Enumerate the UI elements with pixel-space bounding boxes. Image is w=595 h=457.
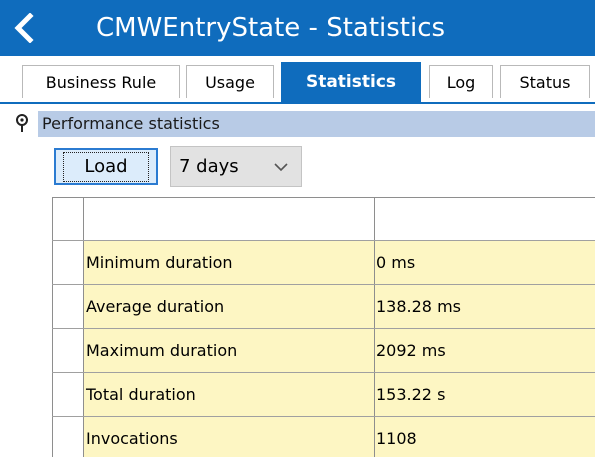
stat-value-cell: 0 ms <box>375 241 595 284</box>
stat-value-cell: 2092 ms <box>375 329 595 372</box>
stat-name-cell: Minimum duration <box>84 241 375 284</box>
tab-strip: Business Rule Usage Statistics Log Statu… <box>0 56 595 104</box>
window-title: CMWEntryState - Statistics <box>96 13 446 43</box>
tab-log[interactable]: Log <box>429 65 493 98</box>
tab-statistics[interactable]: Statistics <box>281 62 421 102</box>
row-header-cell[interactable] <box>52 285 84 328</box>
table-header-row <box>52 197 595 241</box>
stat-value-cell: 138.28 ms <box>375 285 595 328</box>
statistics-table: Minimum duration 0 ms Average duration 1… <box>52 197 595 457</box>
load-button[interactable]: Load <box>54 148 158 185</box>
chevron-down-icon <box>274 163 288 172</box>
tab-status[interactable]: Status <box>500 65 590 98</box>
section-title-bar: Performance statistics <box>38 111 595 137</box>
stat-name-cell: Invocations <box>84 417 375 457</box>
stat-name-cell: Total duration <box>84 373 375 416</box>
stat-value-cell: 153.22 s <box>375 373 595 416</box>
period-select-value: 7 days <box>179 156 239 177</box>
column-header-name[interactable] <box>84 198 375 240</box>
stat-name-cell: Maximum duration <box>84 329 375 372</box>
period-select[interactable]: 7 days <box>170 146 302 187</box>
table-row[interactable]: Total duration 153.22 s <box>52 373 595 417</box>
load-button-label: Load <box>63 151 149 182</box>
row-header-cell[interactable] <box>52 241 84 284</box>
stat-value-cell: 1108 <box>375 417 595 457</box>
section-title: Performance statistics <box>42 114 220 133</box>
back-button[interactable] <box>6 8 42 48</box>
row-header-cell[interactable] <box>52 417 84 457</box>
tab-business-rule[interactable]: Business Rule <box>22 65 180 98</box>
table-row[interactable]: Minimum duration 0 ms <box>52 241 595 285</box>
chevron-left-icon <box>14 13 34 43</box>
pin-icon[interactable] <box>12 113 32 133</box>
section-header: Performance statistics <box>0 108 595 138</box>
tab-usage[interactable]: Usage <box>186 65 274 98</box>
table-row[interactable]: Maximum duration 2092 ms <box>52 329 595 373</box>
row-header-cell[interactable] <box>52 373 84 416</box>
row-header-cell[interactable] <box>52 329 84 372</box>
stat-name-cell: Average duration <box>84 285 375 328</box>
row-header-cell[interactable] <box>52 198 84 240</box>
title-bar: CMWEntryState - Statistics <box>0 0 595 56</box>
table-row[interactable]: Average duration 138.28 ms <box>52 285 595 329</box>
column-header-value[interactable] <box>375 198 595 240</box>
table-row[interactable]: Invocations 1108 <box>52 417 595 457</box>
